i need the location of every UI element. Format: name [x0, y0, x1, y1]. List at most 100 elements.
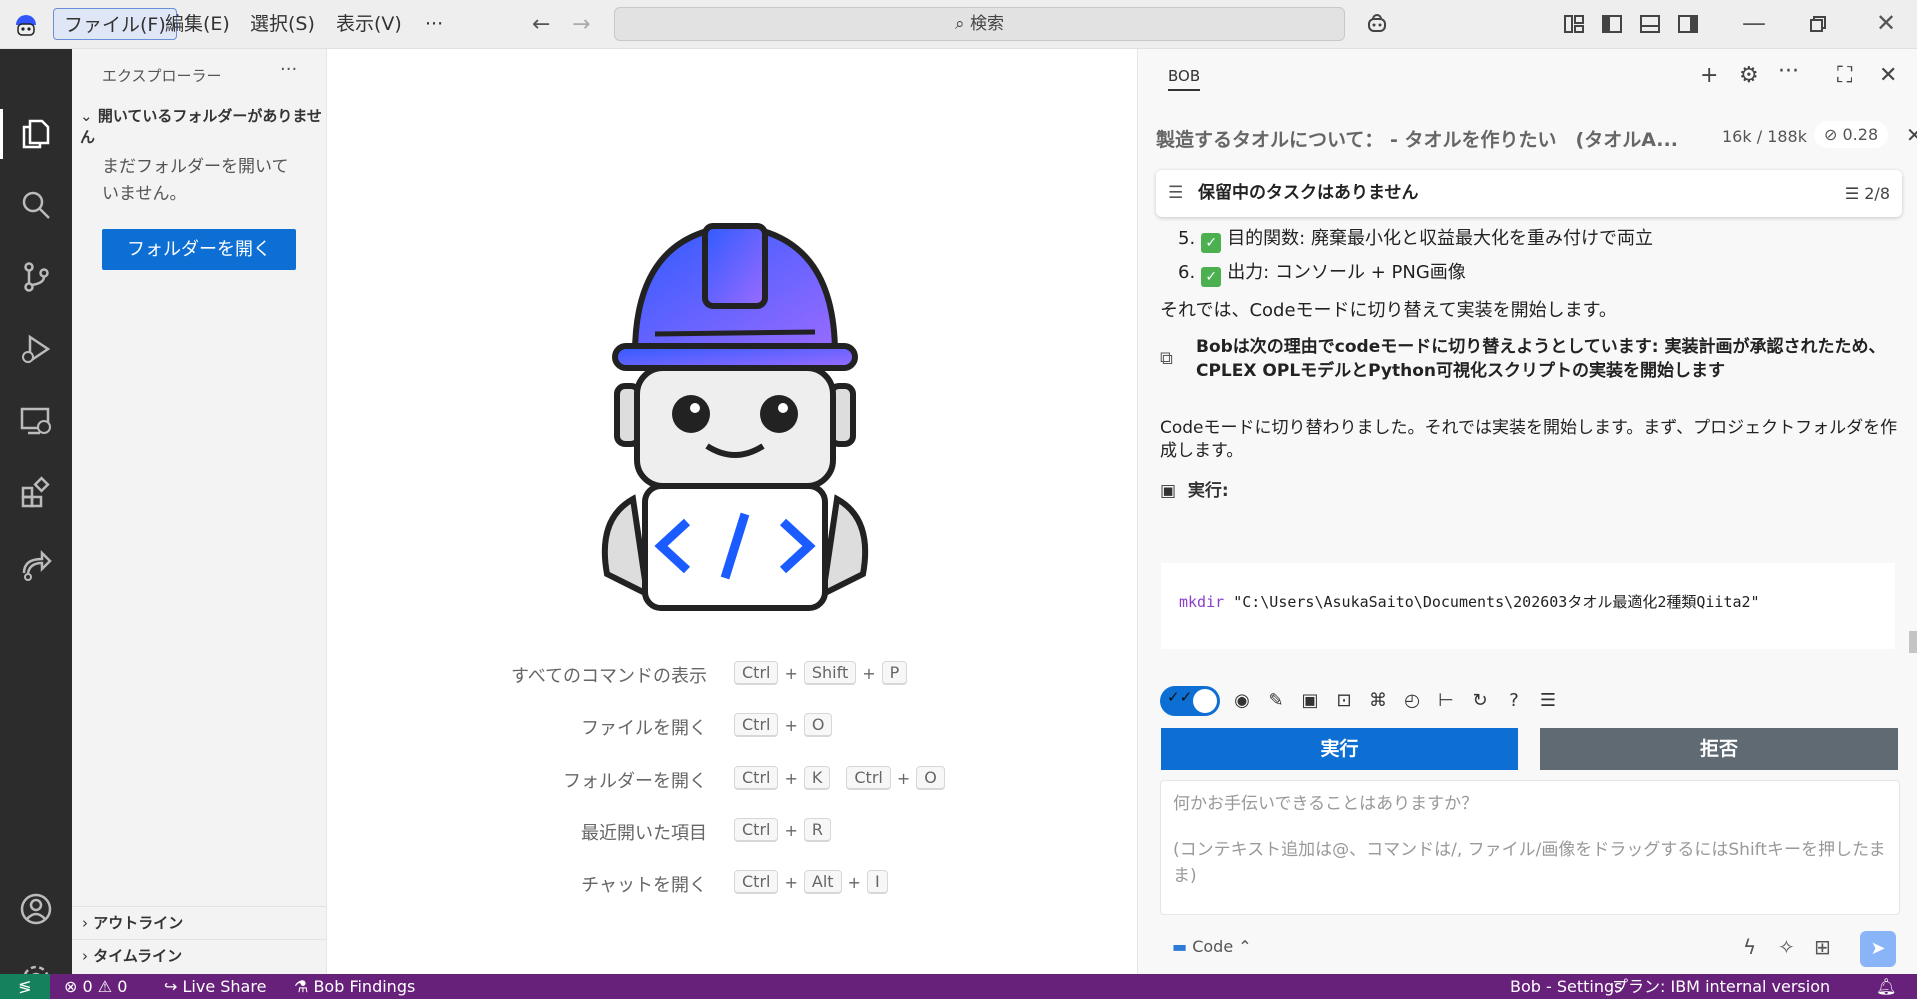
run-debug-icon[interactable]: [18, 331, 54, 367]
browser-icon[interactable]: ⊡: [1332, 689, 1356, 713]
close-task-icon[interactable]: ✕: [1906, 123, 1917, 147]
tab-bob[interactable]: BOB: [1168, 67, 1201, 91]
cost-value: 0.28: [1842, 125, 1879, 144]
key: Alt: [803, 870, 842, 894]
notifications-bell-icon[interactable]: 🔔︎: [1876, 974, 1896, 999]
key-plus: +: [862, 663, 876, 683]
live-share-icon[interactable]: [18, 547, 54, 583]
reject-button[interactable]: 拒否: [1540, 728, 1898, 770]
no-folder-message: まだフォルダーを開いていません。: [102, 157, 289, 204]
warning-count: 0: [117, 977, 128, 996]
warning-icon: ⚠: [97, 977, 113, 996]
open-folder-button[interactable]: フォルダーを開く: [102, 229, 296, 270]
shortcut-row[interactable]: すべてのコマンドの表示 Ctrl + Shift + P: [327, 659, 1137, 689]
run-button[interactable]: 実行: [1161, 728, 1518, 770]
lightning-icon[interactable]: ϟ: [1743, 935, 1756, 959]
shortcut-label: ファイルを開く: [581, 718, 707, 739]
new-task-plus-icon[interactable]: +: [1700, 63, 1718, 88]
search-box[interactable]: ⌕ 検索: [614, 7, 1345, 41]
add-image-icon[interactable]: ⊞: [1814, 935, 1831, 959]
remote-indicator-icon[interactable]: ≶: [0, 974, 50, 999]
outline-section[interactable]: › アウトライン: [72, 906, 326, 939]
send-icon[interactable]: ➤: [1860, 931, 1896, 967]
chevron-right-icon: ›: [82, 914, 88, 932]
source-control-icon[interactable]: [18, 259, 54, 295]
mode-selector[interactable]: ▬ Code ⌃: [1172, 937, 1252, 956]
mode-switch-small-icon[interactable]: ◴: [1400, 689, 1424, 713]
copilot-icon[interactable]: [1365, 12, 1389, 36]
chat-scrollbar[interactable]: [1909, 631, 1917, 653]
shortcut-row[interactable]: ファイルを開く Ctrl + O: [327, 711, 1137, 741]
pencil-icon[interactable]: ✎: [1264, 689, 1288, 713]
shortcut-label: チャットを開く: [581, 875, 707, 896]
shortcut-row[interactable]: チャットを開く Ctrl + Alt + I: [327, 868, 1137, 898]
sidebar-more-button[interactable]: ···: [280, 59, 297, 80]
eye-icon[interactable]: ◉: [1230, 689, 1254, 713]
bob-settings-status[interactable]: Bob - Settings: [1510, 974, 1623, 999]
customize-layout-icon[interactable]: [1562, 12, 1586, 36]
flask-icon: ⚗: [294, 977, 309, 996]
menu-more[interactable]: ···: [415, 8, 453, 40]
shortcut-row[interactable]: フォルダーを開く Ctrl + K Ctrl + O: [327, 764, 1137, 794]
key-plus: +: [784, 768, 798, 788]
settings-gear-icon[interactable]: ⚙: [1739, 63, 1759, 88]
error-icon: ⊗: [64, 977, 78, 996]
more-actions-icon[interactable]: ···: [1778, 59, 1799, 84]
list-text: 出力: コンソール + PNG画像: [1227, 262, 1466, 283]
menu-selection[interactable]: 選択(S): [240, 8, 325, 40]
accounts-icon[interactable]: [18, 891, 54, 927]
toggle-secondary-sidebar-icon[interactable]: [1676, 12, 1700, 36]
timeline-section[interactable]: › タイムライン: [72, 939, 326, 972]
checkbox-checked-icon: ✓: [1201, 233, 1222, 253]
bob-findings-status[interactable]: ⚗ Bob Findings: [294, 974, 415, 999]
question-icon[interactable]: ?: [1502, 689, 1526, 713]
maximize-icon[interactable]: ⛶: [1837, 63, 1852, 88]
shortcut-label: 最近開いた項目: [581, 823, 707, 844]
terminal-small-icon[interactable]: ▣: [1298, 689, 1322, 713]
mcp-icon[interactable]: ⌘: [1366, 689, 1390, 713]
command-block: mkdir "C:\Users\AsukaSaito\Documents\202…: [1161, 563, 1895, 649]
menu-edit[interactable]: 編集(E): [155, 8, 240, 40]
key: Ctrl: [734, 661, 779, 685]
app-logo-icon[interactable]: [12, 11, 40, 39]
subtask-icon[interactable]: ⊢: [1434, 689, 1458, 713]
shortcut-row[interactable]: 最近開いた項目 Ctrl + R: [327, 816, 1137, 846]
problems-indicator[interactable]: ⊗ 0 ⚠ 0: [64, 974, 127, 999]
no-folder-section[interactable]: ⌄ 開いているフォルダーがありません: [80, 105, 326, 147]
extensions-icon[interactable]: [18, 475, 54, 511]
pending-tasks-bar[interactable]: ☰ 保留中のタスクはありません ☰ 2/8: [1156, 170, 1902, 217]
forward-arrow-icon[interactable]: →: [572, 12, 590, 37]
search-sidebar-icon[interactable]: [18, 187, 54, 223]
chevron-right-icon: ›: [82, 947, 88, 965]
chat-input[interactable]: 何かお手伝いできることはありますか？ (コンテキスト追加は@、コマンドは/, フ…: [1160, 780, 1900, 915]
key-plus: +: [784, 820, 798, 840]
minimize-icon[interactable]: —: [1742, 9, 1766, 37]
chevron-up-icon: ⌃: [1238, 937, 1252, 956]
live-share-status[interactable]: ↪ Live Share: [164, 974, 266, 999]
key: Ctrl: [734, 766, 779, 790]
retry-icon[interactable]: ↻: [1468, 689, 1492, 713]
shortcut-keys: Ctrl + K Ctrl + O: [734, 764, 945, 792]
menu-view[interactable]: 表示(V): [326, 8, 412, 40]
key-plus: +: [847, 872, 861, 892]
plan-status[interactable]: プラン: IBM internal version: [1612, 974, 1830, 999]
live-share-label: Live Share: [182, 977, 267, 996]
bob-findings-label: Bob Findings: [313, 977, 416, 996]
key: O: [916, 766, 945, 790]
remote-explorer-icon[interactable]: [18, 403, 54, 439]
live-share-small-icon: ↪: [164, 977, 178, 996]
title-bar: ファイル(F) 編集(E) 選択(S) 表示(V) ··· ← → ⌕ 検索 —…: [0, 0, 1917, 49]
back-arrow-icon[interactable]: ←: [532, 12, 550, 37]
toggle-sidebar-icon[interactable]: [1600, 12, 1624, 36]
terminal-icon: ▣: [1160, 481, 1177, 501]
close-window-icon[interactable]: ✕: [1876, 9, 1896, 37]
key: I: [866, 870, 888, 894]
toggle-panel-icon[interactable]: [1638, 12, 1662, 36]
task-header[interactable]: 製造するタオルについて： - タオルを作りたい (タオルA... 16k / 1…: [1156, 113, 1917, 153]
close-panel-icon[interactable]: ✕: [1879, 63, 1897, 88]
enhance-sparkle-icon[interactable]: ✧: [1778, 935, 1795, 959]
explorer-icon[interactable]: [18, 115, 54, 151]
restore-icon[interactable]: [1806, 12, 1830, 36]
todo-icon[interactable]: ☰: [1536, 689, 1560, 713]
auto-approve-toggle[interactable]: ✓✓: [1160, 686, 1220, 716]
